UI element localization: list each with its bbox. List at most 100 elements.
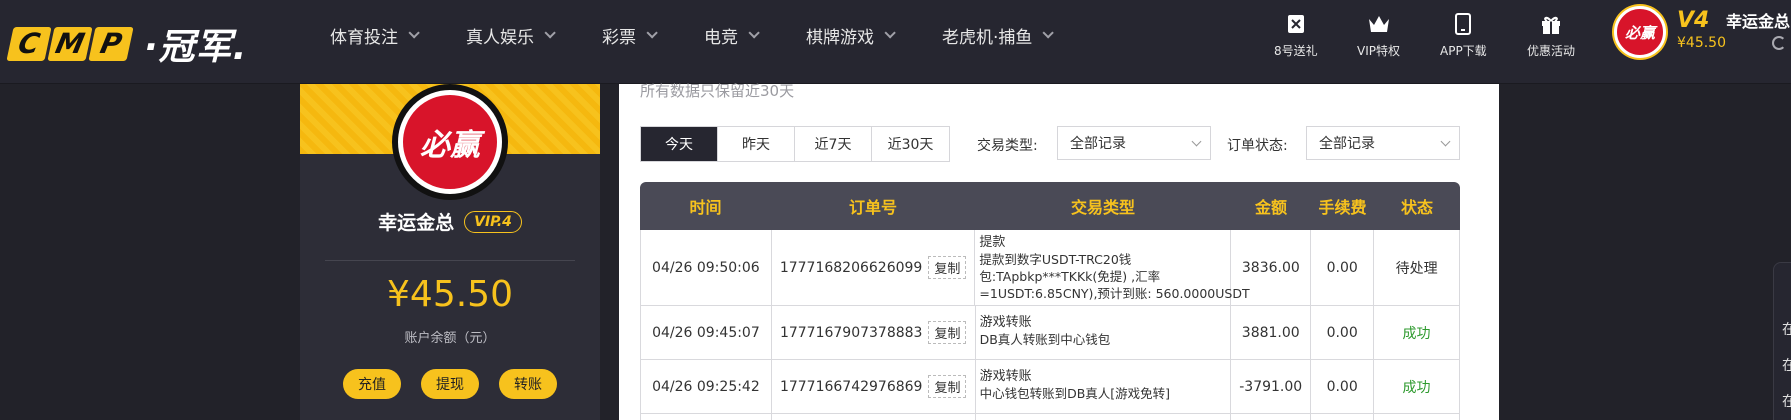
card-username: 幸运金总 — [378, 212, 455, 234]
order-number: 1777166742976869 — [779, 378, 923, 395]
tab-today[interactable]: 今天 — [641, 127, 718, 161]
column-header: 交易类型 — [1070, 198, 1135, 217]
logo-letter: P — [88, 27, 134, 61]
cell-time: 04/26 09:25:42 — [641, 360, 772, 413]
nav-label: 体育投注 — [330, 27, 398, 48]
nav-label: 电竞 — [704, 27, 738, 48]
quick-link-gift[interactable]: 8号送礼 — [1274, 12, 1318, 59]
refresh-icon[interactable] — [1772, 36, 1786, 50]
card-avatar: 必赢 — [392, 84, 508, 200]
nav-label: 老虎机·捕鱼 — [942, 27, 1033, 48]
type-detail: DB真人转账到中心钱包 — [979, 332, 1111, 347]
main-nav: 体育投注 真人娱乐 彩票 电竞 棋牌游戏 老虎机·捕鱼 — [330, 0, 1100, 70]
widget-char: 在 — [1782, 394, 1791, 410]
tab-last-30-days[interactable]: 近30天 — [872, 127, 949, 161]
header-username[interactable]: 幸运金总 — [1726, 8, 1790, 32]
nav-item-chess-cards[interactable]: 棋牌游戏 — [806, 0, 896, 70]
nav-item-slots-fishing[interactable]: 老虎机·捕鱼 — [942, 0, 1055, 70]
status-badge: 成功 — [1374, 306, 1460, 359]
order-number: 1777168206626099 — [779, 259, 923, 276]
column-header: 金额 — [1254, 198, 1287, 217]
select-value: 全部记录 — [1070, 136, 1126, 152]
chevron-down-icon — [544, 27, 556, 39]
cell-order: 1777168206626099 复制 — [772, 230, 976, 305]
nav-label: 真人娱乐 — [466, 27, 534, 48]
nav-item-live-casino[interactable]: 真人娱乐 — [466, 0, 556, 70]
copy-button[interactable]: 复制 — [928, 375, 967, 398]
chevron-down-icon — [408, 27, 420, 39]
type-title: 游戏转账 — [979, 315, 1032, 330]
cell-type: 游戏转账 中心钱包转账到DB真人[游戏免转] — [976, 360, 1232, 413]
table-row: 04/26 09:45:07 1777167907378883 复制 游戏转账 … — [640, 306, 1460, 360]
nav-item-esports[interactable]: 电竞 — [704, 0, 760, 70]
avatar-logo: 必赢 — [398, 90, 502, 194]
cell-amount — [1231, 414, 1312, 420]
nav-item-sports[interactable]: 体育投注 — [330, 0, 420, 70]
cell-status — [1374, 414, 1460, 420]
withdraw-button[interactable]: 提现 — [421, 369, 479, 399]
widget-char: 在 — [1782, 322, 1791, 338]
chevron-down-icon — [1440, 136, 1451, 147]
cell-time: 04/26 09:50:06 — [641, 230, 772, 305]
user-card: 必赢 幸运金总 VIP.4 ¥45.50 账户余额（元） 充值 提现 转账 — [300, 84, 600, 420]
user-avatar[interactable]: 必赢 — [1614, 6, 1666, 58]
type-detail: 提款到数字USDT-TRC20钱 — [979, 252, 1132, 267]
chevron-down-icon — [1191, 136, 1202, 147]
wallet-actions: 充值 提现 转账 — [300, 369, 600, 399]
cell-fee: 0.00 — [1311, 360, 1375, 413]
cell-amount: 3836.00 — [1231, 230, 1312, 305]
order-number: 1777167907378883 — [779, 324, 923, 341]
column-header: 手续费 — [1318, 198, 1367, 217]
cell-fee: 0.00 — [1311, 306, 1375, 359]
cell-time — [641, 414, 772, 420]
tab-yesterday[interactable]: 昨天 — [718, 127, 795, 161]
brand-logo[interactable]: C M P ·冠军. — [6, 18, 247, 70]
type-title: 游戏转账 — [979, 369, 1032, 384]
header-balance: ¥45.50 — [1677, 35, 1726, 51]
cell-type — [976, 414, 1232, 420]
cell-amount: -3791.00 — [1231, 360, 1312, 413]
crown-icon — [1367, 12, 1391, 36]
order-status-label: 订单状态: — [1227, 138, 1288, 154]
vip-level-badge: V4 — [1677, 8, 1710, 33]
column-header: 状态 — [1400, 198, 1433, 217]
nav-item-lottery[interactable]: 彩票 — [602, 0, 658, 70]
quick-link-promotions[interactable]: 优惠活动 — [1527, 12, 1575, 59]
quick-link-vip[interactable]: VIP特权 — [1357, 12, 1400, 59]
quick-link-label: 优惠活动 — [1527, 44, 1576, 58]
cell-type: 游戏转账 DB真人转账到中心钱包 — [976, 306, 1232, 359]
type-detail: =1USDT:6.85CNY),预计到账: 560.0000USDT — [979, 286, 1250, 301]
nav-label: 棋牌游戏 — [806, 27, 874, 48]
divider — [325, 260, 575, 261]
chevron-down-icon — [1042, 27, 1055, 39]
table-row: 04/26 09:50:06 1777168206626099 复制 提款 提款… — [640, 230, 1460, 306]
card-name-row: 幸运金总 VIP.4 — [300, 208, 600, 235]
deposit-button[interactable]: 充值 — [343, 369, 401, 399]
transaction-type-select[interactable]: 全部记录 — [1057, 126, 1211, 160]
account-balance-label: 账户余额（元） — [404, 331, 496, 346]
chevron-down-icon — [646, 27, 658, 39]
copy-button[interactable]: 复制 — [928, 256, 967, 279]
transfer-button[interactable]: 转账 — [499, 369, 557, 399]
online-service-widget[interactable]: 在 在 在 — [1773, 262, 1791, 420]
logo-letter: C — [6, 27, 52, 61]
present-icon — [1539, 12, 1563, 36]
type-detail: 包:TApbkp***TKKk(免提) ,汇率 — [979, 269, 1161, 284]
retention-note: 所有数据只保留近30天 — [640, 82, 795, 100]
cell-amount: 3881.00 — [1231, 306, 1312, 359]
transaction-records-panel: 所有数据只保留近30天 今天 昨天 近7天 近30天 交易类型: 全部记录 订单… — [619, 82, 1499, 420]
cell-type: 提款 提款到数字USDT-TRC20钱 包:TApbkp***TKKk(免提) … — [975, 230, 1250, 305]
status-badge: 待处理 — [1374, 230, 1460, 305]
gift-box-icon — [1284, 12, 1308, 36]
quick-link-label: 8号送礼 — [1274, 44, 1318, 58]
order-status-select[interactable]: 全部记录 — [1306, 126, 1460, 160]
quick-link-label: APP下载 — [1440, 44, 1487, 58]
cell-order — [772, 414, 976, 420]
widget-char: 在 — [1782, 358, 1791, 374]
tab-last-7-days[interactable]: 近7天 — [795, 127, 872, 161]
status-badge: 成功 — [1374, 360, 1460, 413]
quick-link-app[interactable]: APP下载 — [1440, 12, 1487, 59]
copy-button[interactable]: 复制 — [928, 321, 967, 344]
phone-icon — [1451, 12, 1475, 36]
vip-badge: VIP.4 — [464, 210, 522, 233]
